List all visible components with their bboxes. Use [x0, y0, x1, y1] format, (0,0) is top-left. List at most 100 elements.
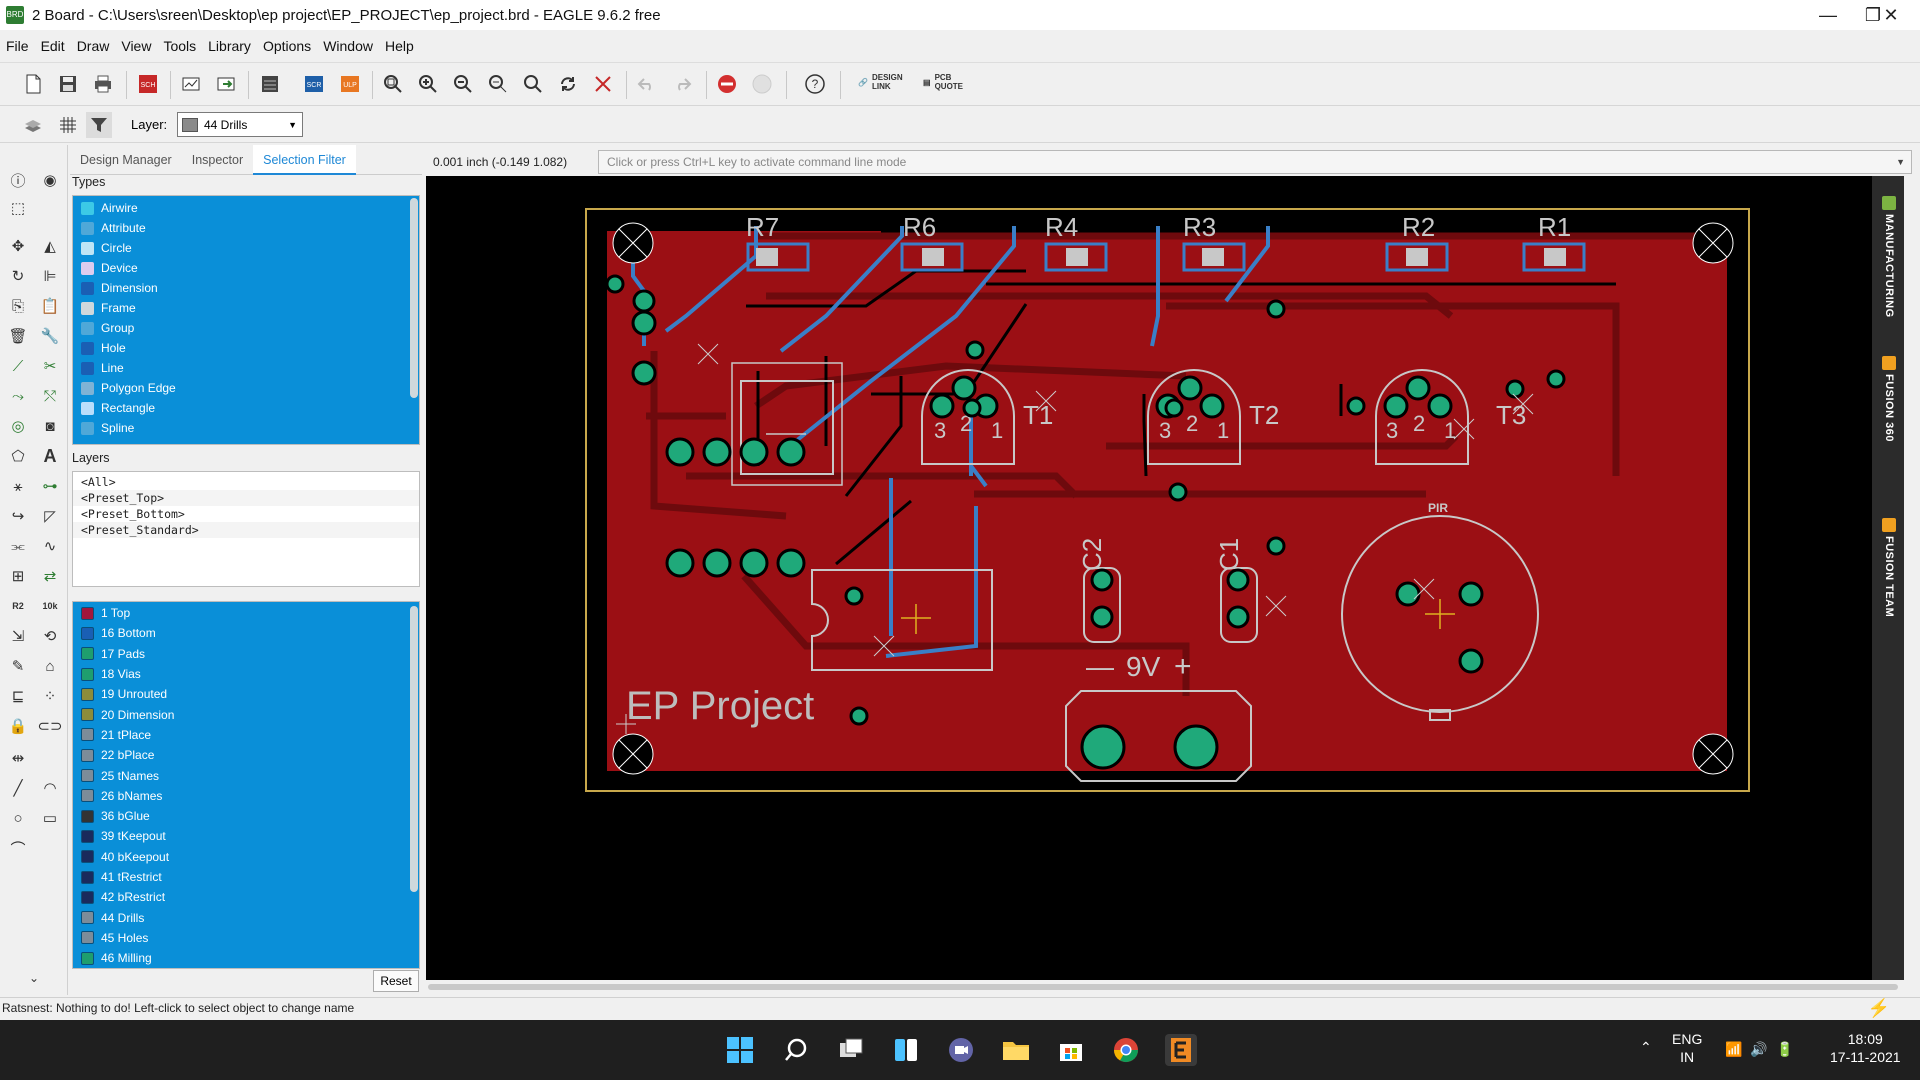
- fusion-team-tab[interactable]: FUSION TEAM: [1875, 512, 1903, 637]
- layer-item[interactable]: 39 tKeepout: [73, 826, 419, 846]
- menu-edit[interactable]: Edit: [41, 38, 65, 54]
- zoom-fit-icon[interactable]: [380, 71, 406, 97]
- via-icon[interactable]: ◎: [5, 413, 31, 439]
- layer-item[interactable]: 16 Bottom: [73, 623, 419, 643]
- command-line-input[interactable]: Click or press Ctrl+L key to activate co…: [598, 150, 1912, 174]
- tab-design-manager[interactable]: Design Manager: [70, 145, 182, 175]
- dimension-icon[interactable]: ⇹: [5, 745, 31, 771]
- layer-settings-icon[interactable]: [20, 112, 46, 138]
- menu-tools[interactable]: Tools: [163, 38, 196, 54]
- redo-icon[interactable]: [669, 71, 695, 97]
- store-icon[interactable]: [1055, 1034, 1087, 1066]
- layer-item[interactable]: 41 tRestrict: [73, 867, 419, 887]
- name-icon[interactable]: R2: [5, 593, 31, 619]
- grid-icon[interactable]: [55, 112, 81, 138]
- paint-icon[interactable]: ✎: [5, 653, 31, 679]
- meander-icon[interactable]: ∿: [37, 533, 63, 559]
- search-icon[interactable]: [780, 1034, 812, 1066]
- widgets-icon[interactable]: [890, 1034, 922, 1066]
- type-item-spline[interactable]: Spline: [73, 418, 419, 438]
- layer-item[interactable]: 44 Drills: [73, 907, 419, 927]
- optimize-icon[interactable]: ⟲: [37, 623, 63, 649]
- menu-window[interactable]: Window: [323, 38, 373, 54]
- teams-chat-icon[interactable]: [945, 1034, 977, 1066]
- schematic-icon[interactable]: SCH: [135, 71, 161, 97]
- zoom-in-icon[interactable]: [415, 71, 441, 97]
- task-view-icon[interactable]: [835, 1034, 867, 1066]
- new-file-icon[interactable]: [20, 71, 46, 97]
- change-icon[interactable]: 🔧: [37, 323, 63, 349]
- arc-icon[interactable]: ◠: [37, 775, 63, 801]
- copy-icon[interactable]: ⎘: [5, 293, 31, 319]
- help-icon[interactable]: ?: [802, 71, 828, 97]
- script-icon[interactable]: SCR: [301, 71, 327, 97]
- file-explorer-icon[interactable]: [1000, 1034, 1032, 1066]
- replace-icon[interactable]: ⇄: [37, 563, 63, 589]
- layer-item[interactable]: 1 Top: [73, 603, 419, 623]
- clock[interactable]: 18:09 17-11-2021: [1830, 1030, 1901, 1066]
- tab-inspector[interactable]: Inspector: [182, 145, 253, 175]
- chrome-icon[interactable]: [1110, 1034, 1142, 1066]
- board-icon[interactable]: [257, 71, 283, 97]
- filter-icon[interactable]: [86, 112, 112, 138]
- delete-icon[interactable]: 🗑: [5, 323, 31, 349]
- ratsnest-icon[interactable]: [590, 71, 616, 97]
- type-item-frame[interactable]: Frame: [73, 298, 419, 318]
- type-item-dimension[interactable]: Dimension: [73, 278, 419, 298]
- fusion-360-tab[interactable]: FUSION 360: [1875, 350, 1903, 465]
- value-icon[interactable]: 10k: [37, 593, 63, 619]
- presets-list[interactable]: <All> <Preset_Top> <Preset_Bottom> <Preset_…: [72, 471, 420, 587]
- menu-help[interactable]: Help: [385, 38, 414, 54]
- layer-item[interactable]: 17 Pads: [73, 644, 419, 664]
- rotate-icon[interactable]: ↻: [5, 263, 31, 289]
- layer-item[interactable]: 22 bPlace: [73, 745, 419, 765]
- chevron-up-icon[interactable]: ⌃: [1640, 1038, 1652, 1056]
- zoom-out-icon[interactable]: [450, 71, 476, 97]
- manufacturing-tab[interactable]: MANUFACTURING: [1875, 190, 1903, 325]
- group-icon[interactable]: ⊑: [5, 683, 31, 709]
- type-item-hole[interactable]: Hole: [73, 338, 419, 358]
- align-icon[interactable]: ⊫: [37, 263, 63, 289]
- type-item-circle[interactable]: Circle: [73, 238, 419, 258]
- menu-file[interactable]: File: [6, 38, 29, 54]
- save-icon[interactable]: [55, 71, 81, 97]
- polygon-icon[interactable]: ⬠: [5, 443, 31, 469]
- pcb-board[interactable]: R7 R6 R4 R3 R2 R1 T1 T2 T3 3 2 1 3 2 1 3…: [426, 176, 1904, 980]
- type-item-group[interactable]: Group: [73, 318, 419, 338]
- tag-icon[interactable]: ⌂: [37, 653, 63, 679]
- info-icon[interactable]: ⓘ: [5, 167, 31, 193]
- zoom-select-icon[interactable]: [520, 71, 546, 97]
- lock-icon[interactable]: 🔒: [5, 713, 31, 739]
- text-icon[interactable]: A: [37, 443, 63, 469]
- preset-item[interactable]: <Preset_Bottom>: [73, 506, 419, 522]
- layers-list[interactable]: 1 Top 16 Bottom 17 Pads 18 Vias 19 Unrouted 2…: [72, 601, 420, 969]
- redraw-icon[interactable]: [555, 71, 581, 97]
- reset-button[interactable]: Reset: [373, 970, 419, 992]
- go-icon[interactable]: [749, 71, 775, 97]
- design-link-button[interactable]: 🔗 DESIGN LINK: [858, 73, 903, 91]
- menu-view[interactable]: View: [121, 38, 151, 54]
- type-item-rectangle[interactable]: Rectangle: [73, 398, 419, 418]
- autoroute-icon[interactable]: ⤳: [5, 383, 31, 409]
- undo-icon[interactable]: [634, 71, 660, 97]
- chevron-down-icon[interactable]: ▼: [1896, 151, 1905, 173]
- menu-draw[interactable]: Draw: [77, 38, 110, 54]
- types-list[interactable]: Airwire Attribute Circle Device Dimension Fra…: [72, 195, 420, 445]
- smash-icon[interactable]: ⇲: [5, 623, 31, 649]
- type-item-airwire[interactable]: Airwire: [73, 198, 419, 218]
- layer-item[interactable]: 20 Dimension: [73, 704, 419, 724]
- line-icon[interactable]: ╱: [5, 775, 31, 801]
- connect-icon[interactable]: ⊂⊃: [37, 713, 63, 739]
- layer-item[interactable]: 21 tPlace: [73, 725, 419, 745]
- close-button[interactable]: ✕: [1868, 0, 1914, 30]
- ulp-icon[interactable]: ULP: [337, 71, 363, 97]
- add-icon[interactable]: ⊞: [5, 563, 31, 589]
- rect-icon[interactable]: ▭: [37, 805, 63, 831]
- vertical-scrollbar[interactable]: [1906, 176, 1920, 980]
- fanout-icon[interactable]: ⤲: [37, 383, 63, 409]
- cam-processor-icon[interactable]: [178, 71, 204, 97]
- layer-item[interactable]: 19 Unrouted: [73, 684, 419, 704]
- signal-icon[interactable]: ⚹: [5, 473, 31, 499]
- menu-options[interactable]: Options: [263, 38, 311, 54]
- paste-icon[interactable]: 📋: [37, 293, 63, 319]
